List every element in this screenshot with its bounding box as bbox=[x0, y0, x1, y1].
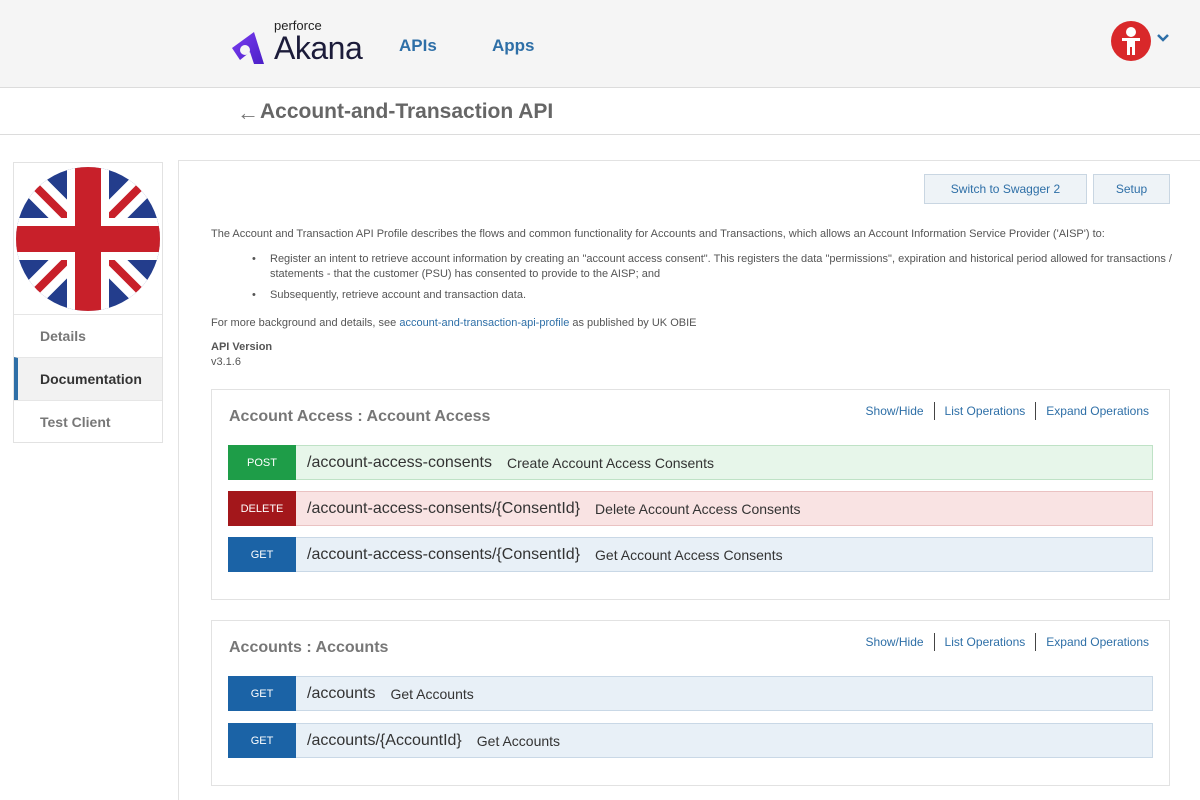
operation-row[interactable]: GET /account-access-consents/{ConsentId}… bbox=[228, 537, 1153, 572]
top-navbar bbox=[0, 0, 1200, 88]
section-title[interactable]: Account Access : Account Access bbox=[229, 408, 490, 426]
show-hide-link[interactable]: Show/Hide bbox=[856, 635, 934, 649]
sidebar-item-documentation[interactable]: Documentation bbox=[14, 357, 162, 400]
operation-path[interactable]: /account-access-consents/{ConsentId} bbox=[307, 546, 580, 564]
api-version-label: API Version bbox=[211, 341, 273, 353]
method-badge-delete[interactable]: DELETE bbox=[228, 491, 296, 526]
api-flag-image bbox=[14, 163, 162, 314]
brand-name: Akana bbox=[274, 30, 363, 66]
setup-button[interactable]: Setup bbox=[1093, 174, 1170, 204]
operation-summary[interactable]: Get Accounts bbox=[477, 733, 560, 749]
nav-apps-link[interactable]: Apps bbox=[492, 36, 535, 56]
description-bullet: Register an intent to retrieve account i… bbox=[252, 252, 1177, 282]
operation-path[interactable]: /accounts bbox=[307, 685, 375, 703]
akana-logo-icon bbox=[232, 32, 264, 64]
uk-flag-icon bbox=[16, 166, 160, 311]
description-bullets: Register an intent to retrieve account i… bbox=[252, 252, 1177, 309]
method-badge-get[interactable]: GET bbox=[228, 537, 296, 572]
operation-summary[interactable]: Get Accounts bbox=[390, 686, 473, 702]
operation-row[interactable]: GET /accounts Get Accounts bbox=[228, 676, 1153, 711]
sidebar: Details Documentation Test Client bbox=[13, 162, 163, 443]
section-title[interactable]: Accounts : Accounts bbox=[229, 639, 388, 657]
user-icon bbox=[1122, 27, 1140, 55]
sidebar-item-details[interactable]: Details bbox=[14, 314, 162, 357]
operation-path[interactable]: /account-access-consents bbox=[307, 454, 492, 472]
more-details-text: For more background and details, see acc… bbox=[211, 317, 697, 329]
back-arrow-icon[interactable]: ← bbox=[237, 100, 259, 126]
user-avatar[interactable] bbox=[1111, 21, 1151, 61]
list-operations-link[interactable]: List Operations bbox=[935, 635, 1036, 649]
more-details-prefix: For more background and details, see bbox=[211, 317, 400, 329]
profile-link[interactable]: account-and-transaction-api-profile bbox=[399, 317, 569, 329]
operation-row[interactable]: POST /account-access-consents Create Acc… bbox=[228, 445, 1153, 480]
akana-logo[interactable]: perforce Akana bbox=[230, 18, 370, 70]
operation-path[interactable]: /account-access-consents/{ConsentId} bbox=[307, 500, 580, 518]
method-badge-get[interactable]: GET bbox=[228, 676, 296, 711]
sidebar-item-test-client[interactable]: Test Client bbox=[14, 400, 162, 443]
title-bar bbox=[0, 89, 1200, 135]
method-badge-get[interactable]: GET bbox=[228, 723, 296, 758]
switch-to-swagger-button[interactable]: Switch to Swagger 2 bbox=[924, 174, 1087, 204]
description-bullet: Subsequently, retrieve account and trans… bbox=[252, 288, 1177, 303]
operation-row[interactable]: DELETE /account-access-consents/{Consent… bbox=[228, 491, 1153, 526]
operation-summary[interactable]: Delete Account Access Consents bbox=[595, 501, 800, 517]
section-links: Show/Hide List Operations Expand Operati… bbox=[856, 402, 1159, 420]
chevron-down-icon[interactable] bbox=[1155, 30, 1171, 46]
operation-summary[interactable]: Get Account Access Consents bbox=[595, 547, 783, 563]
api-description: The Account and Transaction API Profile … bbox=[211, 228, 1105, 240]
nav-apis-link[interactable]: APIs bbox=[399, 36, 437, 56]
expand-operations-link[interactable]: Expand Operations bbox=[1036, 635, 1159, 649]
page-title: Account-and-Transaction API bbox=[260, 100, 554, 123]
expand-operations-link[interactable]: Expand Operations bbox=[1036, 404, 1159, 418]
show-hide-link[interactable]: Show/Hide bbox=[856, 404, 934, 418]
list-operations-link[interactable]: List Operations bbox=[935, 404, 1036, 418]
operation-path[interactable]: /accounts/{AccountId} bbox=[307, 732, 462, 750]
section-links: Show/Hide List Operations Expand Operati… bbox=[856, 633, 1159, 651]
method-badge-post[interactable]: POST bbox=[228, 445, 296, 480]
more-details-suffix: as published by UK OBIE bbox=[569, 317, 697, 329]
api-version-value: v3.1.6 bbox=[211, 356, 241, 368]
operation-row[interactable]: GET /accounts/{AccountId} Get Accounts bbox=[228, 723, 1153, 758]
operation-summary[interactable]: Create Account Access Consents bbox=[507, 455, 714, 471]
